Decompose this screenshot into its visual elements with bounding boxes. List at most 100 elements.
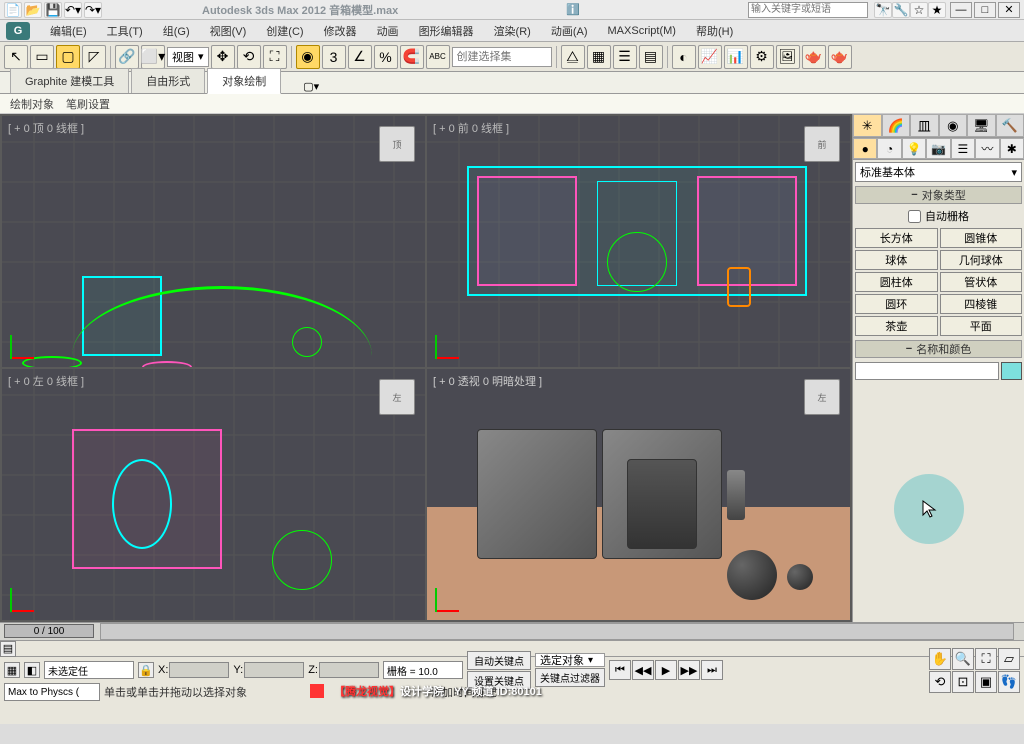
- mirror-icon[interactable]: ⧋: [561, 45, 585, 69]
- create-helpers-icon[interactable]: ☰: [951, 138, 975, 159]
- snap-toggle-icon[interactable]: ◉: [296, 45, 320, 69]
- create-shapes-icon[interactable]: ◔: [877, 138, 901, 159]
- ribbon-tab-objectpaint[interactable]: 对象绘制: [207, 68, 281, 94]
- render-setup-icon[interactable]: ⚙: [750, 45, 774, 69]
- goto-start-icon[interactable]: ⏮: [609, 660, 631, 680]
- ribbon-tab-graphite[interactable]: Graphite 建模工具: [10, 68, 129, 93]
- teapot-render-icon[interactable]: 🫖: [802, 45, 826, 69]
- rollout-name-color[interactable]: 名称和颜色: [855, 340, 1022, 358]
- menu-maxscript[interactable]: MAXScript(M): [600, 22, 684, 40]
- ribbon-sub-brush[interactable]: 笔刷设置: [66, 96, 110, 112]
- maxscript-listener[interactable]: [4, 683, 100, 701]
- ribbon-tab-freeform[interactable]: 自由形式: [131, 68, 205, 93]
- create-geometry-icon[interactable]: ●: [853, 138, 877, 159]
- fov-icon[interactable]: ▱: [998, 648, 1020, 670]
- viewcube-front[interactable]: 前: [804, 126, 840, 162]
- create-lights-icon[interactable]: 💡: [902, 138, 926, 159]
- zoom-all-icon[interactable]: ⛶: [975, 648, 997, 670]
- ribbon-collapse-icon[interactable]: ▢▾: [303, 80, 319, 93]
- render-frame-icon[interactable]: 🖼: [776, 45, 800, 69]
- btn-torus[interactable]: 圆环: [855, 294, 938, 314]
- btn-plane[interactable]: 平面: [940, 316, 1023, 336]
- cmd-tab-display[interactable]: 🖥: [967, 114, 996, 137]
- rotate-icon[interactable]: ⟲: [237, 45, 261, 69]
- menu-create[interactable]: 创建(C): [258, 20, 311, 42]
- magnet-icon[interactable]: 🧲: [400, 45, 424, 69]
- z-input[interactable]: [319, 662, 379, 678]
- object-name-input[interactable]: [855, 362, 999, 380]
- btn-tube[interactable]: 管状体: [940, 272, 1023, 292]
- curve-editor-icon[interactable]: 📈: [698, 45, 722, 69]
- favorite-icon[interactable]: ★: [928, 2, 946, 18]
- cmd-tab-motion[interactable]: ◉: [939, 114, 968, 137]
- object-color-swatch[interactable]: [1001, 362, 1022, 380]
- cmd-tab-hierarchy[interactable]: 皿: [910, 114, 939, 137]
- select-arrow-icon[interactable]: ↖: [4, 45, 28, 69]
- scale-icon[interactable]: ⛶: [263, 45, 287, 69]
- rollout-object-type[interactable]: 对象类型: [855, 186, 1022, 204]
- wrench-icon[interactable]: 🔧: [892, 2, 910, 18]
- dope-sheet-icon[interactable]: 📊: [724, 45, 748, 69]
- play-icon[interactable]: ▶: [655, 660, 677, 680]
- btn-teapot[interactable]: 茶壶: [855, 316, 938, 336]
- btn-sphere[interactable]: 球体: [855, 250, 938, 270]
- btn-box[interactable]: 长方体: [855, 228, 938, 248]
- menu-help[interactable]: 帮助(H): [688, 20, 741, 42]
- close-button[interactable]: ✕: [998, 2, 1020, 18]
- new-icon[interactable]: 📄: [4, 2, 22, 18]
- menu-animation[interactable]: 动画: [369, 20, 407, 42]
- primitive-type-dropdown[interactable]: 标准基本体▾: [855, 162, 1022, 182]
- view-combo[interactable]: 视图▾: [167, 47, 209, 67]
- btn-cylinder[interactable]: 圆柱体: [855, 272, 938, 292]
- create-cameras-icon[interactable]: 📷: [926, 138, 950, 159]
- search-input[interactable]: [748, 2, 868, 18]
- btn-geosphere[interactable]: 几何球体: [940, 250, 1023, 270]
- viewcube-left[interactable]: 左: [379, 379, 415, 415]
- cmd-tab-utilities[interactable]: 🔨: [996, 114, 1024, 137]
- menu-tools[interactable]: 工具(T): [99, 20, 151, 42]
- save-icon[interactable]: 💾: [44, 2, 62, 18]
- next-frame-icon[interactable]: ▶▶: [678, 660, 700, 680]
- create-spacewarps-icon[interactable]: 〰: [975, 138, 999, 159]
- select-object-icon[interactable]: ▢: [56, 45, 80, 69]
- angle-snap-icon[interactable]: ∠: [348, 45, 372, 69]
- percent-snap-icon[interactable]: %: [374, 45, 398, 69]
- menu-edit[interactable]: 编辑(E): [42, 20, 95, 42]
- status-icon-1[interactable]: ▦: [4, 662, 20, 678]
- viewport-top[interactable]: [ + 0 顶 0 线框 ] 顶: [2, 116, 425, 367]
- prev-frame-icon[interactable]: ◀◀: [632, 660, 654, 680]
- link-icon[interactable]: 🔗: [115, 45, 139, 69]
- ribbon-sub-paint[interactable]: 绘制对象: [10, 96, 54, 112]
- menu-modifiers[interactable]: 修改器: [316, 20, 365, 42]
- select-rect-icon[interactable]: ▭: [30, 45, 54, 69]
- trackbar-toggle-icon[interactable]: ▤: [0, 641, 16, 657]
- minimize-button[interactable]: —: [950, 2, 972, 18]
- menu-grapheditors[interactable]: 图形编辑器: [411, 20, 482, 42]
- time-slider[interactable]: 0 / 100: [4, 624, 94, 638]
- align-icon[interactable]: ▦: [587, 45, 611, 69]
- spinner[interactable]: 3: [322, 45, 346, 69]
- zoom-icon[interactable]: 🔍: [952, 648, 974, 670]
- autogrid-checkbox[interactable]: [908, 210, 921, 223]
- selection-set-input[interactable]: [452, 47, 552, 67]
- pan-icon[interactable]: ✋: [929, 648, 951, 670]
- binoculars-icon[interactable]: 🔭: [874, 2, 892, 18]
- schematic-icon[interactable]: ▤: [639, 45, 663, 69]
- btn-pyramid[interactable]: 四棱锥: [940, 294, 1023, 314]
- select-lasso-icon[interactable]: ◸: [82, 45, 106, 69]
- cmd-tab-create[interactable]: ✳: [853, 114, 882, 137]
- viewcube-top[interactable]: 顶: [379, 126, 415, 162]
- layers-icon[interactable]: ☰: [613, 45, 637, 69]
- create-systems-icon[interactable]: ✱: [1000, 138, 1024, 159]
- btn-cone[interactable]: 圆锥体: [940, 228, 1023, 248]
- redo-icon[interactable]: ↷▾: [84, 2, 102, 18]
- undo-icon[interactable]: ↶▾: [64, 2, 82, 18]
- cmd-tab-modify[interactable]: 🌈: [882, 114, 911, 137]
- viewcube-persp[interactable]: 左: [804, 379, 840, 415]
- menu-views[interactable]: 视图(V): [202, 20, 255, 42]
- goto-end-icon[interactable]: ⏭: [701, 660, 723, 680]
- app-icon[interactable]: G: [6, 22, 30, 40]
- viewport-front[interactable]: [ + 0 前 0 线框 ] 前: [427, 116, 850, 367]
- viewport-perspective[interactable]: [ + 0 透视 0 明暗处理 ] 左: [427, 369, 850, 620]
- star-icon[interactable]: ☆: [910, 2, 928, 18]
